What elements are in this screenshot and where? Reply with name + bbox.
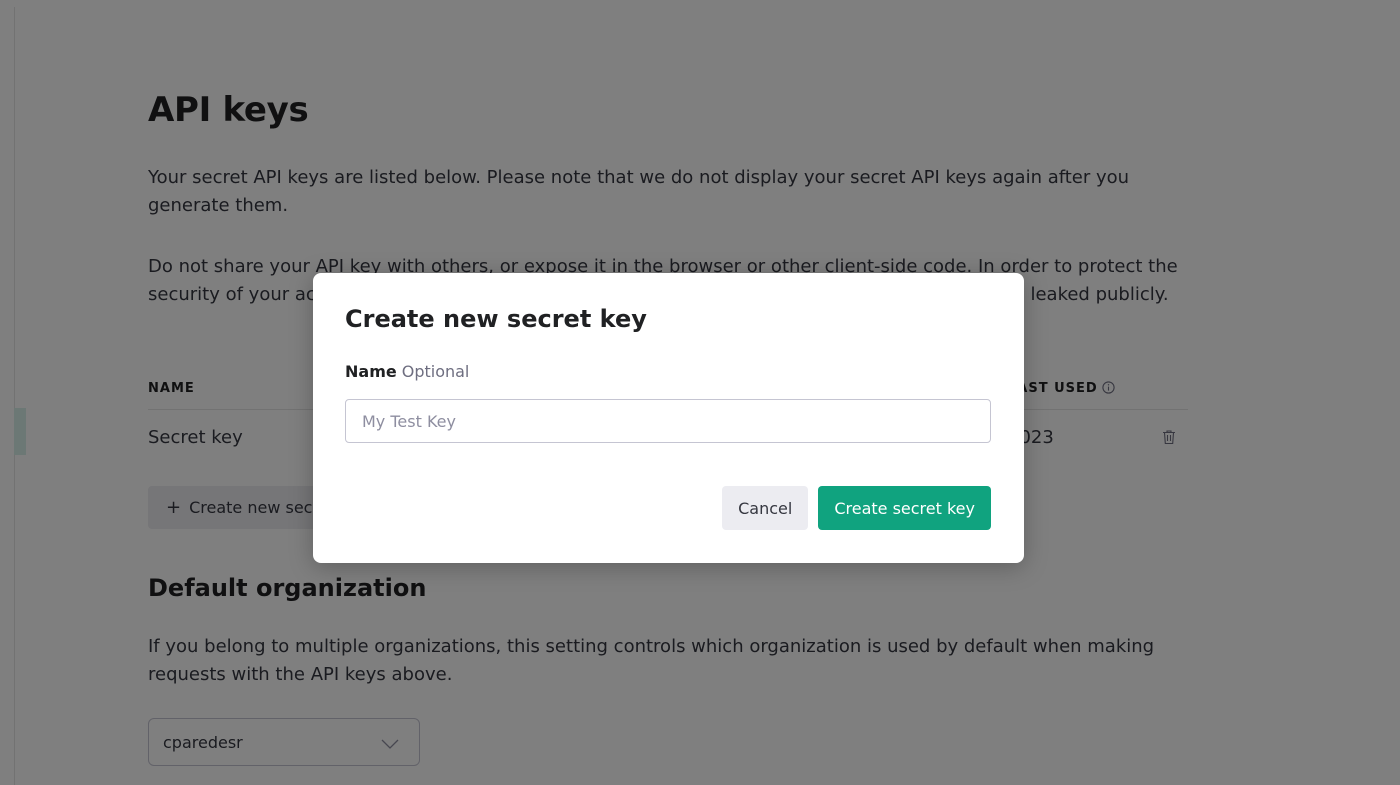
dialog-actions: Cancel Create secret key [722, 486, 991, 530]
name-field-label: Name Optional [345, 362, 469, 381]
page: API keys Your secret API keys are listed… [0, 0, 1400, 785]
dialog-title: Create new secret key [345, 305, 647, 333]
key-name-input[interactable] [345, 399, 991, 443]
cancel-button[interactable]: Cancel [722, 486, 809, 530]
optional-label: Optional [401, 362, 470, 381]
create-key-dialog: Create new secret key NameOptional Cance… [313, 273, 1024, 563]
create-secret-key-button[interactable]: Create secret key [818, 486, 991, 530]
name-label: Name [345, 362, 397, 381]
